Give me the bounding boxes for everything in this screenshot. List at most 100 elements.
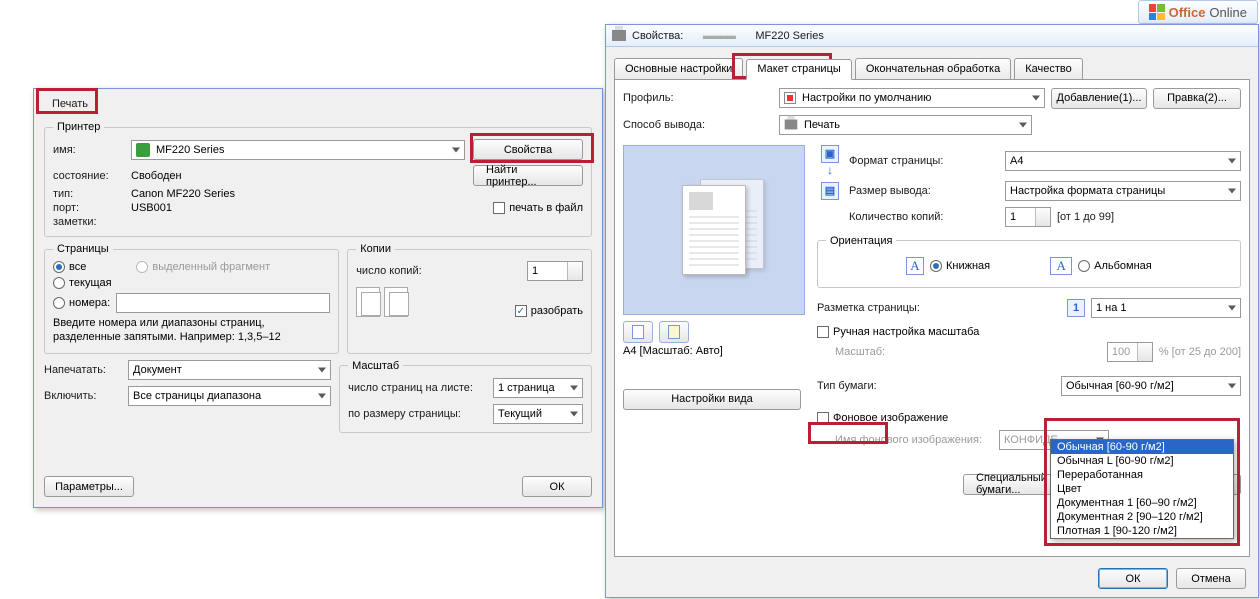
view-settings-button[interactable]: Настройки вида (623, 389, 801, 410)
collate-checkbox[interactable]: разобрать (515, 305, 583, 317)
persheet-select[interactable]: 1 страница (493, 378, 583, 398)
properties-ok-button[interactable]: ОК (1098, 568, 1168, 589)
printer-group: Принтер имя: MF220 Series Свойства состо… (44, 121, 592, 237)
scale-group: Масштаб число страниц на листе: 1 страни… (339, 360, 592, 433)
edit-profile-button[interactable]: Правка(2)... (1153, 88, 1241, 109)
paper-type-dropdown[interactable]: Обычная [60-90 г/м2] Обычная L [60-90 г/… (1050, 439, 1234, 539)
add-profile-button[interactable]: Добавление(1)... (1051, 88, 1147, 109)
paper-type-select[interactable]: Обычная [60-90 г/м2] (1061, 376, 1241, 396)
printer-port-label: порт: (53, 202, 123, 214)
properties-button[interactable]: Свойства (473, 139, 583, 160)
printer-state-label: состояние: (53, 170, 123, 182)
copies-count-input[interactable]: 1 (1005, 207, 1051, 227)
orientation-legend: Ориентация (826, 235, 896, 247)
pages-all-radio[interactable]: все (53, 261, 86, 273)
orientation-group: Ориентация A Книжная A Альбомная (817, 235, 1241, 288)
print-dialog-title: Печать (42, 95, 98, 113)
printer-status-icon (136, 143, 150, 157)
copies-group: Копии число копий: 1 разобрать (347, 243, 592, 354)
landscape-radio[interactable]: Альбомная (1078, 260, 1152, 272)
background-image-checkbox[interactable]: Фоновое изображение (817, 412, 948, 424)
printwhat-select[interactable]: Документ (128, 360, 331, 380)
note-icon (668, 325, 680, 339)
scale-legend: Масштаб (348, 360, 403, 372)
persheet-label: число страниц на листе: (348, 382, 487, 394)
page-layout-select[interactable]: 1 на 1 (1091, 298, 1241, 318)
tab-main[interactable]: Основные настройки (614, 58, 743, 79)
printer-name-value: MF220 Series (156, 144, 224, 156)
pages-numbers-input[interactable] (116, 293, 330, 313)
output-select[interactable]: Печать (779, 115, 1032, 135)
printer-notes-label: заметки: (53, 216, 123, 228)
printer-port-value: USB001 (131, 202, 485, 214)
portrait-radio[interactable]: Книжная (930, 260, 990, 272)
copies-range-label: [от 1 до 99] (1057, 211, 1114, 223)
find-printer-button[interactable]: Найти принтер... (473, 165, 583, 186)
print-to-file-checkbox[interactable]: печать в файл (493, 202, 583, 214)
preview-caption: A4 [Масштаб: Авто] (623, 345, 805, 357)
paper-option-4[interactable]: Документная 1 [60–90 г/м2] (1051, 496, 1233, 510)
pages-hint: Введите номера или диапазоны страниц, ра… (53, 317, 330, 345)
print-options-button[interactable]: Параметры... (44, 476, 134, 497)
page-preview (623, 145, 805, 315)
preview-mode-page-button[interactable] (623, 321, 653, 343)
paper-option-3[interactable]: Цвет (1051, 482, 1233, 496)
printer-small-icon (785, 120, 798, 130)
paper-option-6[interactable]: Плотная 1 [90-120 г/м2] (1051, 524, 1233, 538)
paper-option-2[interactable]: Переработанная (1051, 468, 1233, 482)
properties-title-redacted: ▬▬▬ (689, 30, 749, 42)
pagesize-select[interactable]: A4 (1005, 151, 1241, 171)
office-logo-icon (1149, 4, 1165, 20)
properties-titlebar: Свойства: ▬▬▬ MF220 Series (606, 25, 1258, 47)
tab-finish[interactable]: Окончательная обработка (855, 58, 1011, 79)
manual-scale-checkbox[interactable]: Ручная настройка масштаба (817, 326, 979, 338)
outsize-label: Размер вывода: (849, 185, 999, 197)
properties-title-device: MF220 Series (755, 30, 823, 42)
pages-group: Страницы все выделенный фрагмент текущая… (44, 243, 339, 354)
properties-title-prefix: Свойства: (632, 30, 683, 42)
outsize-select[interactable]: Настройка формата страницы (1005, 181, 1241, 201)
paper-option-5[interactable]: Документная 2 [90–120 г/м2] (1051, 510, 1233, 524)
outsize-icon: ▤ (821, 182, 839, 200)
pages-legend: Страницы (53, 243, 113, 255)
portrait-icon: A (906, 257, 924, 275)
tab-quality[interactable]: Качество (1014, 58, 1083, 79)
bg-name-label: Имя фонового изображения: (835, 434, 993, 446)
pages-selection-radio: выделенный фрагмент (136, 261, 270, 273)
printer-type-value: Canon MF220 Series (131, 188, 583, 200)
scale-input: 100 (1107, 342, 1153, 362)
page-icon (632, 325, 644, 339)
office-brand: Office (1169, 5, 1206, 20)
pages-numbers-radio[interactable]: номера: (53, 297, 110, 309)
printer-type-label: тип: (53, 188, 123, 200)
printer-name-select[interactable]: MF220 Series (131, 140, 465, 160)
collate-preview-icon (356, 287, 408, 317)
fit-label: по размеру страницы: (348, 408, 487, 420)
preview-mode-note-button[interactable] (659, 321, 689, 343)
tab-layout[interactable]: Макет страницы (746, 59, 851, 80)
printer-name-label: имя: (53, 144, 123, 156)
print-dialog: Печать Принтер имя: MF220 Series Свойств… (33, 88, 603, 508)
fit-select[interactable]: Текущий (493, 404, 583, 424)
printer-icon (612, 30, 626, 41)
pagesize-icon: ▣ (821, 145, 839, 163)
copies-input[interactable]: 1 (527, 261, 583, 281)
office-online-badge[interactable]: Office Online (1138, 0, 1258, 24)
printwhat-label: Напечатать: (44, 364, 122, 376)
copies-legend: Копии (356, 243, 395, 255)
include-select[interactable]: Все страницы диапазона (128, 386, 331, 406)
page-layout-label: Разметка страницы: (817, 302, 993, 314)
paper-option-0[interactable]: Обычная [60-90 г/м2] (1051, 440, 1233, 454)
layout-1x1-icon: 1 (1067, 299, 1085, 317)
office-suffix: Online (1209, 5, 1247, 20)
print-ok-button[interactable]: ОК (522, 476, 592, 497)
profile-label: Профиль: (623, 92, 773, 104)
paper-option-1[interactable]: Обычная L [60-90 г/м2] (1051, 454, 1233, 468)
properties-cancel-button[interactable]: Отмена (1176, 568, 1246, 589)
include-label: Включить: (44, 390, 122, 402)
profile-select[interactable]: Настройки по умолчанию (779, 88, 1045, 108)
printer-state-value: Свободен (131, 170, 465, 182)
profile-default-icon (784, 92, 796, 104)
pages-current-radio[interactable]: текущая (53, 277, 112, 289)
landscape-icon: A (1050, 257, 1072, 275)
